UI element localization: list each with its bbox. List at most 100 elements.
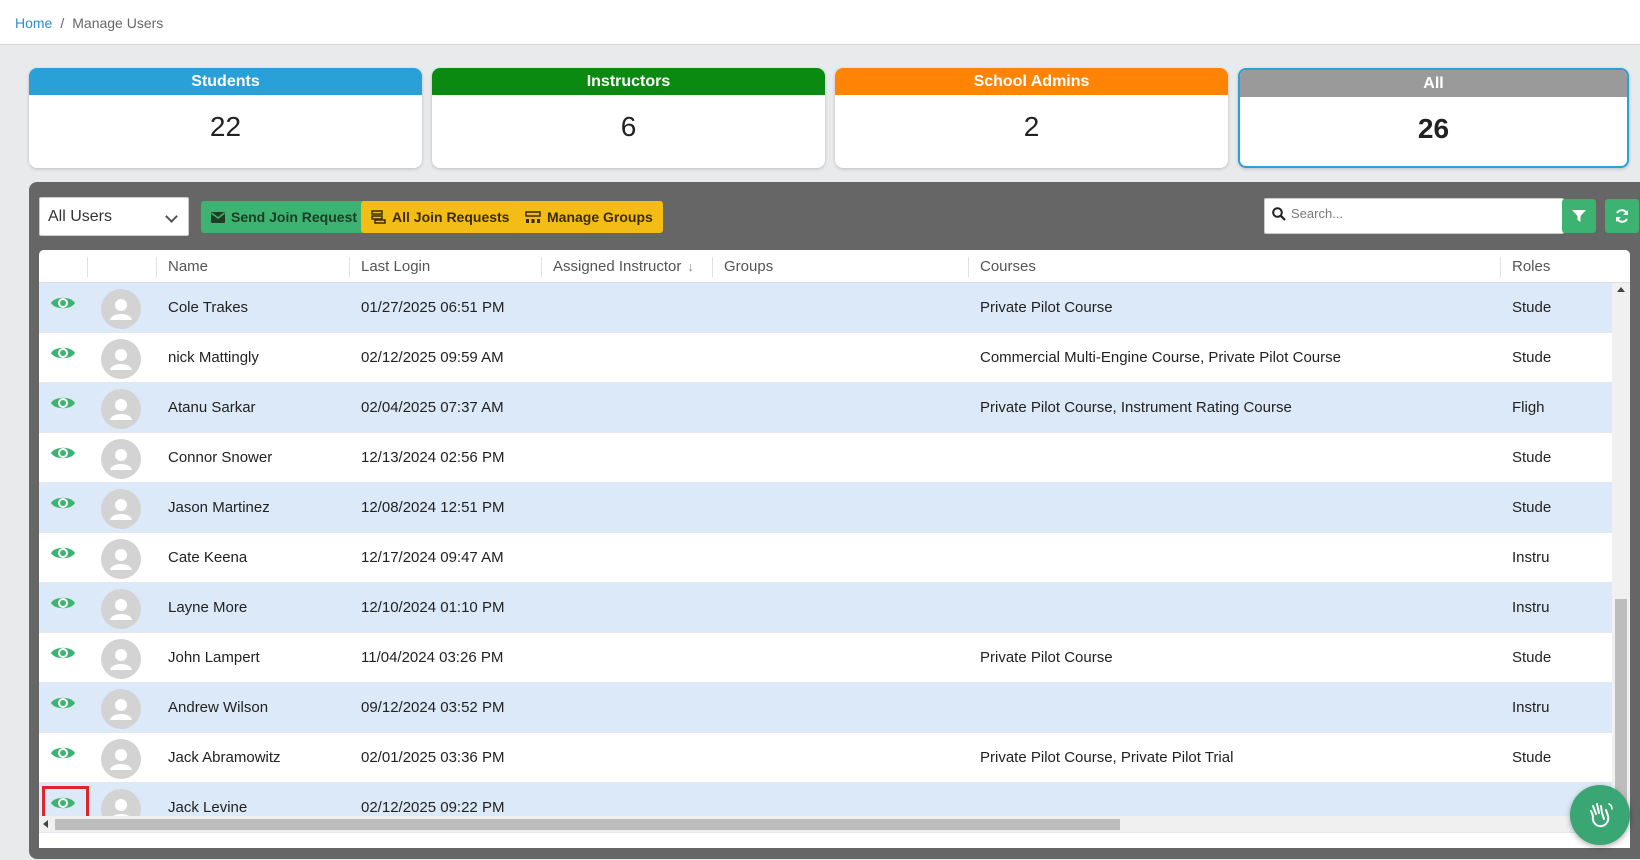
column-header-groups[interactable]: Groups: [724, 258, 773, 275]
help-chat-button[interactable]: [1570, 785, 1630, 845]
avatar: [101, 589, 141, 629]
cell-role: Instru: [1512, 549, 1550, 566]
user-filter-select[interactable]: All Users: [39, 197, 189, 236]
breadcrumb-home-link[interactable]: Home: [15, 15, 52, 31]
cell-name: Cole Trakes: [168, 299, 249, 316]
table-row[interactable]: Andrew Wilson 09/12/2024 03:52 PM Instru: [39, 683, 1612, 733]
cell-last-login: 11/04/2024 03:26 PM: [361, 649, 504, 666]
table-row[interactable]: Atanu Sarkar 02/04/2025 07:37 AM Private P…: [39, 383, 1612, 433]
card-instructors[interactable]: Instructors 6: [432, 68, 825, 168]
chevron-down-icon: [165, 210, 178, 223]
eye-icon[interactable]: [49, 393, 77, 413]
card-all-label: All: [1240, 70, 1627, 97]
eye-icon[interactable]: [49, 793, 77, 813]
eye-icon[interactable]: [49, 493, 77, 513]
card-school-admins[interactable]: School Admins 2: [835, 68, 1228, 168]
card-all-count: 26: [1417, 113, 1450, 144]
vertical-scrollbar[interactable]: [1612, 283, 1630, 816]
card-instructors-count: 6: [620, 111, 637, 142]
refresh-button[interactable]: [1605, 199, 1639, 233]
user-avatar-icon: [110, 599, 132, 620]
search-box: [1264, 198, 1564, 234]
user-count-cards: Students 22 Instructors 6 School Admins …: [29, 68, 1629, 168]
cell-role: Fligh: [1512, 399, 1545, 416]
avatar: [101, 489, 141, 529]
cell-last-login: 02/12/2025 09:59 AM: [361, 349, 504, 366]
cell-name: nick Mattingly: [168, 349, 259, 366]
user-avatar-icon: [110, 649, 132, 670]
cell-courses: Private Pilot Course, Private Pilot Tria…: [980, 749, 1234, 766]
eye-icon[interactable]: [49, 343, 77, 363]
cell-last-login: 12/08/2024 12:51 PM: [361, 499, 505, 516]
cell-name: Jason Martinez: [168, 499, 270, 516]
cell-last-login: 01/27/2025 06:51 PM: [361, 299, 505, 316]
user-avatar-icon: [110, 399, 132, 420]
table-row[interactable]: Cate Keena 12/17/2024 09:47 AM Instru: [39, 533, 1612, 583]
send-join-request-button[interactable]: Send Join Request: [201, 201, 368, 233]
cell-courses: Private Pilot Course: [980, 299, 1113, 316]
column-header-roles[interactable]: Roles: [1512, 258, 1550, 275]
card-all[interactable]: All 26: [1238, 68, 1629, 168]
cell-role: Instru: [1512, 699, 1550, 716]
table-row[interactable]: Cole Trakes 01/27/2025 06:51 PM Private Pi…: [39, 283, 1612, 333]
eye-icon[interactable]: [49, 743, 77, 763]
column-header-assigned-instructor-label: Assigned Instructor: [553, 258, 682, 275]
scroll-left-arrow-icon[interactable]: [43, 820, 48, 828]
column-separator: [1500, 257, 1501, 277]
vertical-scrollbar-thumb[interactable]: [1615, 599, 1627, 816]
eye-icon[interactable]: [49, 543, 77, 563]
user-avatar-icon: [110, 499, 132, 520]
avatar: [101, 389, 141, 429]
user-avatar-icon: [110, 449, 132, 470]
eye-icon[interactable]: [49, 643, 77, 663]
horizontal-scrollbar[interactable]: [39, 816, 1612, 832]
card-instructors-label: Instructors: [432, 68, 825, 95]
column-header-name[interactable]: Name: [168, 258, 208, 275]
list-icon: [371, 210, 386, 224]
card-school-admins-count: 2: [1023, 111, 1040, 142]
scroll-up-arrow-icon[interactable]: [1617, 287, 1625, 292]
breadcrumb-separator: /: [60, 15, 65, 31]
search-input[interactable]: [1291, 206, 1551, 221]
column-header-assigned-instructor[interactable]: Assigned Instructor ↓: [553, 258, 694, 275]
all-join-requests-button[interactable]: All Join Requests: [361, 201, 520, 233]
column-separator: [349, 257, 350, 277]
cell-name: Connor Snower: [168, 449, 273, 466]
waving-hand-icon: [1590, 803, 1613, 828]
column-separator: [968, 257, 969, 277]
table-row[interactable]: John Lampert 11/04/2024 03:26 PM Private P…: [39, 633, 1612, 683]
table-row[interactable]: nick Mattingly 02/12/2025 09:59 AM Commerc…: [39, 333, 1612, 383]
card-students-count: 22: [209, 111, 242, 142]
cell-name: Jack Abramowitz: [168, 749, 281, 766]
manage-groups-button[interactable]: Manage Groups: [515, 201, 663, 233]
avatar: [101, 689, 141, 729]
avatar: [101, 289, 141, 329]
card-students-label: Students: [29, 68, 422, 95]
card-students[interactable]: Students 22: [29, 68, 422, 168]
user-avatar-icon: [110, 549, 132, 570]
horizontal-scrollbar-thumb[interactable]: [55, 819, 1120, 830]
column-separator: [712, 257, 713, 277]
eye-icon[interactable]: [49, 443, 77, 463]
table-row[interactable]: Connor Snower 12/13/2024 02:56 PM Stude: [39, 433, 1612, 483]
cell-last-login: 12/10/2024 01:10 PM: [361, 599, 505, 616]
table-row[interactable]: Jack Abramowitz 02/01/2025 03:36 PM Privat…: [39, 733, 1612, 783]
cell-role: Stude: [1512, 349, 1552, 366]
eye-icon[interactable]: [49, 293, 77, 313]
table-body: Cole Trakes 01/27/2025 06:51 PM Private Pi…: [39, 283, 1612, 833]
column-header-last-login[interactable]: Last Login: [361, 258, 430, 275]
user-avatar-icon: [110, 699, 132, 720]
eye-icon[interactable]: [49, 693, 77, 713]
filter-button[interactable]: [1562, 199, 1596, 233]
cell-role: Stude: [1512, 299, 1552, 316]
cell-name: Layne More: [168, 599, 248, 616]
send-join-request-label: Send Join Request: [231, 209, 358, 225]
cell-name: Cate Keena: [168, 549, 248, 566]
envelope-icon: [211, 211, 225, 223]
table-header: Name Last Login Assigned Instructor ↓ Gro…: [39, 250, 1630, 283]
table-row[interactable]: Jason Martinez 12/08/2024 12:51 PM Stude: [39, 483, 1612, 533]
table-row[interactable]: Layne More 12/10/2024 01:10 PM Instru: [39, 583, 1612, 633]
column-header-courses[interactable]: Courses: [980, 258, 1036, 275]
eye-icon[interactable]: [49, 593, 77, 613]
cell-role: Instru: [1512, 599, 1550, 616]
